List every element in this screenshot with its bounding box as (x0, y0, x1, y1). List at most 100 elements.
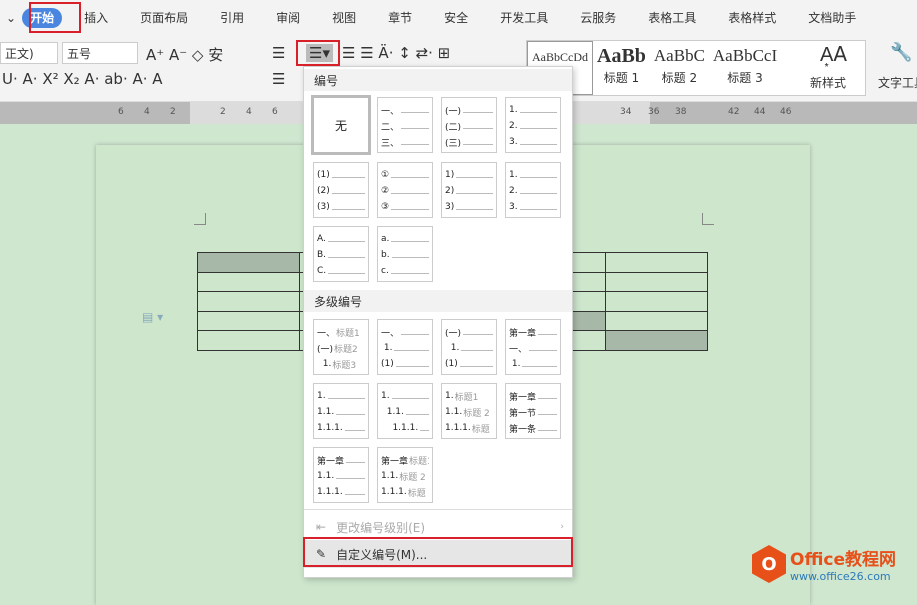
numbering-option[interactable]: 1. 2. 3. (505, 162, 561, 218)
highlight-start-tab (29, 2, 81, 33)
level-line: 第一节 (509, 404, 557, 420)
level-line: (一) (445, 102, 493, 118)
level-line: 3. (509, 134, 557, 150)
tab-6[interactable]: 章节 (378, 0, 422, 36)
tab-4[interactable]: 审阅 (266, 0, 310, 36)
font-name-select[interactable]: 正文) (0, 42, 58, 64)
tab-12[interactable]: 文档助手 (798, 0, 866, 36)
new-style-icon[interactable]: A͙A (820, 42, 847, 67)
level-line: 一、 (381, 102, 429, 118)
level-line: 三、 (381, 134, 429, 150)
level-rule (331, 188, 365, 194)
tab-2[interactable]: 页面布局 (130, 0, 198, 36)
style-2[interactable]: AaBbC 标题 2 (650, 41, 709, 95)
level-prefix: ③ (381, 202, 390, 212)
level-line: (1) (381, 356, 429, 372)
level-prefix: (二) (445, 122, 462, 133)
numbering-option[interactable]: (1) (2) (3) (313, 162, 369, 218)
level-line: 1.1.1. (317, 420, 365, 436)
level-prefix: 三、 (381, 138, 400, 149)
multilevel-option[interactable]: 一、 标题1 (一) 标题2 1. 标题3 (313, 319, 369, 375)
tab-5[interactable]: 视图 (322, 0, 366, 36)
ruler-tick: 46 (780, 107, 792, 117)
level-prefix: 1) (445, 170, 455, 180)
multilevel-option[interactable]: 第一章 第一节 第一条 (505, 383, 561, 439)
style-3[interactable]: AaBbCcI 标题 3 (709, 41, 781, 95)
font-size-select[interactable]: 五号 (62, 42, 138, 64)
level-rule (401, 329, 429, 335)
level-prefix: 第一章 (509, 392, 537, 403)
paste-options-icon[interactable]: ▤ ▾ (142, 310, 163, 324)
multilevel-option[interactable]: 第一章一、 1. (505, 319, 561, 375)
none-label: 无 (334, 118, 347, 133)
tab-9[interactable]: 云服务 (570, 0, 626, 36)
multilevel-option[interactable]: 第一章 1.1. 1.1.1. (313, 447, 369, 503)
level-rule (463, 139, 493, 145)
ruler-tick: 4 (246, 107, 252, 117)
grow-font-icon[interactable]: A⁺ A⁻ ◇ 安 (146, 44, 223, 65)
style-1[interactable]: AaBb 标题 1 (593, 41, 650, 95)
new-style-button[interactable]: 新样式 (810, 74, 846, 91)
level-line: 一、 标题1 (317, 324, 365, 340)
multilevel-option[interactable]: 1.标题11.1.标题 21.1.1.标题 3 (441, 383, 497, 439)
bullet-list-icon[interactable]: ☰ (272, 44, 285, 62)
level-prefix: 1.1.1. (381, 423, 419, 433)
text-tools-button[interactable]: 文字工具 (878, 74, 917, 91)
tab-8[interactable]: 开发工具 (490, 0, 558, 36)
level-prefix: 一、 (509, 344, 528, 355)
level-prefix: 1.1.1. (381, 487, 407, 497)
level-rule (519, 204, 557, 210)
level-line: 1. (317, 388, 365, 404)
level-prefix: 一、 (317, 328, 336, 339)
level-prefix: 第一章 (509, 328, 537, 339)
level-line: 1. (509, 356, 557, 372)
level-prefix: 1. (445, 343, 460, 353)
level-prefix: (1) (381, 359, 394, 369)
align-icon[interactable]: ☰ (272, 70, 285, 88)
level-rule (456, 172, 493, 178)
level-line: 2. (509, 183, 557, 199)
format-icons[interactable]: U· A· X² X₂ A· ab· A· A (2, 70, 163, 88)
level-prefix: 1.1.1. (317, 423, 343, 433)
multilevel-option[interactable]: 第一章标题11.1.标题 21.1.1.标题 3 (377, 447, 433, 503)
level-rule (395, 361, 429, 367)
quick-access-dropdown[interactable]: ⌄ (0, 0, 22, 36)
level-line: 2) (445, 183, 493, 199)
level-prefix: (三) (445, 138, 462, 149)
style-preview: AaBb (597, 45, 646, 67)
ruler-tick: 34 (620, 107, 632, 117)
numbering-option[interactable]: ① ② ③ (377, 162, 433, 218)
level-rule (391, 204, 429, 210)
level-prefix: 一、 (381, 106, 400, 117)
multilevel-option[interactable]: 1. 1.1. 1.1.1. (313, 383, 369, 439)
level-rule (519, 123, 557, 129)
indent-icons[interactable]: ☰ ☰ Ä· ↕ ⇄· ⊞ (342, 44, 450, 62)
wrench-icon[interactable]: 🔧 (890, 42, 912, 63)
level-rule (519, 172, 557, 178)
multilevel-option[interactable]: 一、 1. (1) (377, 319, 433, 375)
multilevel-option[interactable]: (一) 1. (1) (441, 319, 497, 375)
level-rule (327, 393, 365, 399)
level-prefix: (一) (445, 106, 462, 117)
tab-3[interactable]: 引用 (210, 0, 254, 36)
numbering-option[interactable]: (一) (二) (三) (441, 97, 497, 153)
level-rule (331, 172, 365, 178)
numbering-none[interactable]: 无 (311, 95, 371, 155)
level-line: 1) (445, 167, 493, 183)
tab-11[interactable]: 表格样式 (718, 0, 786, 36)
numbering-option[interactable]: 1) 2) 3) (441, 162, 497, 218)
multilevel-option[interactable]: 1. 1.1. 1.1.1. (377, 383, 433, 439)
numbering-option[interactable]: 1. 2. 3. (505, 97, 561, 153)
level-line: 1. 标题3 (317, 356, 365, 372)
numbering-option[interactable]: A. B. C. (313, 226, 369, 282)
level-rule (420, 425, 429, 431)
numbering-option[interactable]: a. b. c. (377, 226, 433, 282)
tab-10[interactable]: 表格工具 (638, 0, 706, 36)
numbering-option[interactable]: 一、 二、 三、 (377, 97, 433, 153)
level-prefix: 1. (317, 359, 332, 369)
highlight-custom-numbering (303, 537, 573, 567)
level-prefix: (1) (445, 359, 458, 369)
level-prefix: (2) (317, 186, 330, 196)
tab-7[interactable]: 安全 (434, 0, 478, 36)
level-rule (405, 409, 429, 415)
